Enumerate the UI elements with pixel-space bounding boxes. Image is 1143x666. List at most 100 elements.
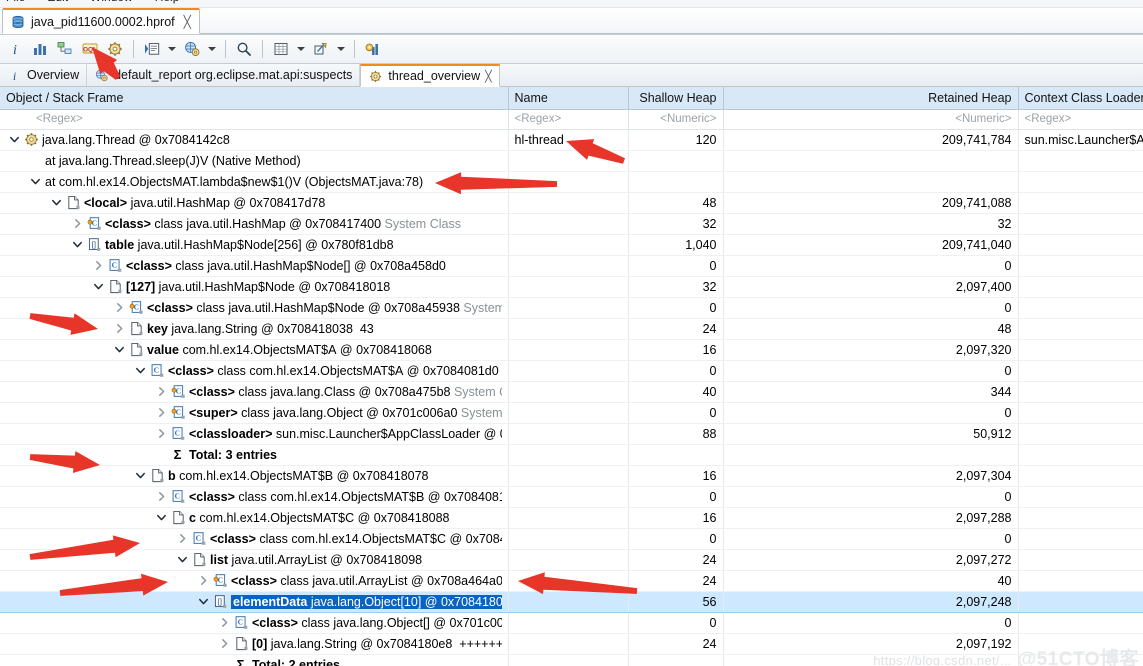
- chevron-down-icon[interactable]: [92, 280, 105, 293]
- filter-retained-heap[interactable]: <Numeric>: [723, 109, 1018, 129]
- table-row[interactable]: ΣTotal: 3 entries: [0, 444, 1143, 465]
- table-row[interactable]: C<class> class java.util.HashMap @ 0x708…: [0, 213, 1143, 234]
- cell-object[interactable]: C<super> class java.lang.Object @ 0x701c…: [0, 402, 508, 423]
- menu-item-window[interactable]: Window: [90, 0, 133, 3]
- cell-object[interactable]: [0] java.lang.String @ 0x7084180e8 +++++…: [0, 633, 508, 654]
- column-header-object[interactable]: Object / Stack Frame: [0, 87, 508, 109]
- table-row[interactable]: at com.hl.ex14.ObjectsMAT.lambda$new$1()…: [0, 171, 1143, 192]
- cell-object[interactable]: []table java.util.HashMap$Node[256] @ 0x…: [0, 234, 508, 255]
- leak-suspects-dropdown[interactable]: [205, 37, 219, 61]
- editor-tab-heap-dump[interactable]: java_pid11600.0002.hprof ╳: [2, 8, 200, 34]
- cell-object[interactable]: at com.hl.ex14.ObjectsMAT.lambda$new$1()…: [0, 171, 508, 192]
- cell-object[interactable]: c com.hl.ex14.ObjectsMAT$C @ 0x708418088: [0, 507, 508, 528]
- cell-object[interactable]: []elementData java.lang.Object[10] @ 0x7…: [0, 591, 508, 612]
- table-row[interactable]: []table java.util.HashMap$Node[256] @ 0x…: [0, 234, 1143, 255]
- overview-info-button[interactable]: i: [3, 37, 27, 61]
- cell-object[interactable]: C<class> class java.lang.Class @ 0x708a4…: [0, 381, 508, 402]
- cell-object[interactable]: C<class> class com.hl.ex14.ObjectsMAT$B …: [0, 486, 508, 507]
- dominator-tree-button[interactable]: [53, 37, 77, 61]
- column-header-retained-heap[interactable]: Retained Heap: [723, 87, 1018, 109]
- chevron-down-icon[interactable]: [155, 511, 168, 524]
- table-row[interactable]: C<class> class java.util.ArrayList @ 0x7…: [0, 570, 1143, 591]
- table-row[interactable]: java.lang.Thread @ 0x7084142c8hl-thread1…: [0, 129, 1143, 150]
- chevron-down-icon[interactable]: [176, 553, 189, 566]
- chevron-right-icon[interactable]: [218, 616, 231, 629]
- table-row[interactable]: C<class> class java.lang.Object[] @ 0x70…: [0, 612, 1143, 633]
- chevron-right-icon[interactable]: [71, 217, 84, 230]
- table-row[interactable]: C<classloader> sun.misc.Launcher$AppClas…: [0, 423, 1143, 444]
- cell-object[interactable]: C<class> class java.lang.Object[] @ 0x70…: [0, 612, 508, 633]
- menu-item-edit[interactable]: Edit: [47, 0, 68, 3]
- chevron-right-icon[interactable]: [92, 259, 105, 272]
- compare-button[interactable]: [361, 37, 385, 61]
- cell-object[interactable]: java.lang.Thread @ 0x7084142c8: [0, 129, 508, 150]
- cell-object[interactable]: C<class> class com.hl.ex14.ObjectsMAT$A …: [0, 360, 508, 381]
- cell-object[interactable]: ΣTotal: 2 entries: [0, 654, 508, 666]
- table-row[interactable]: at java.lang.Thread.sleep(J)V (Native Me…: [0, 150, 1143, 171]
- filter-object[interactable]: <Regex>: [0, 109, 508, 129]
- chevron-right-icon[interactable]: [197, 574, 210, 587]
- cell-object[interactable]: [127] java.util.HashMap$Node @ 0x7084180…: [0, 276, 508, 297]
- column-header-shallow-heap[interactable]: Shallow Heap: [628, 87, 723, 109]
- table-row[interactable]: c com.hl.ex14.ObjectsMAT$C @ 0x708418088…: [0, 507, 1143, 528]
- chevron-down-icon[interactable]: [134, 469, 147, 482]
- table-row[interactable]: [0] java.lang.String @ 0x7084180e8 +++++…: [0, 633, 1143, 654]
- cell-object[interactable]: C<class> class java.util.ArrayList @ 0x7…: [0, 570, 508, 591]
- table-row[interactable]: <local> java.util.HashMap @ 0x708417d784…: [0, 192, 1143, 213]
- chevron-right-icon[interactable]: [155, 406, 168, 419]
- column-header-context-class-loader[interactable]: Context Class Loader: [1018, 87, 1143, 109]
- chevron-down-icon[interactable]: [8, 133, 21, 146]
- table-row[interactable]: b com.hl.ex14.ObjectsMAT$B @ 0x708418078…: [0, 465, 1143, 486]
- open-query-browser-button[interactable]: [140, 37, 164, 61]
- cell-object[interactable]: <local> java.util.HashMap @ 0x708417d78: [0, 192, 508, 213]
- table-row[interactable]: key java.lang.String @ 0x708418038 43244…: [0, 318, 1143, 339]
- cell-object[interactable]: key java.lang.String @ 0x708418038 43: [0, 318, 508, 339]
- chevron-right-icon[interactable]: [155, 490, 168, 503]
- filter-name[interactable]: <Regex>: [508, 109, 628, 129]
- cell-object[interactable]: b com.hl.ex14.ObjectsMAT$B @ 0x708418078: [0, 465, 508, 486]
- export-dropdown[interactable]: [334, 37, 348, 61]
- open-query-browser-dropdown[interactable]: [165, 37, 179, 61]
- leak-suspects-button[interactable]: [180, 37, 204, 61]
- table-row[interactable]: C<class> class com.hl.ex14.ObjectsMAT$A …: [0, 360, 1143, 381]
- table-row[interactable]: C<class> class com.hl.ex14.ObjectsMAT$B …: [0, 486, 1143, 507]
- chevron-right-icon[interactable]: [176, 532, 189, 545]
- chevron-right-icon[interactable]: [113, 301, 126, 314]
- tab-overview[interactable]: i Overview: [0, 64, 87, 86]
- cell-object[interactable]: value com.hl.ex14.ObjectsMAT$A @ 0x70841…: [0, 339, 508, 360]
- chevron-down-icon[interactable]: [71, 238, 84, 251]
- table-row[interactable]: []elementData java.lang.Object[10] @ 0x7…: [0, 591, 1143, 612]
- chevron-down-icon[interactable]: [134, 364, 147, 377]
- chevron-down-icon[interactable]: [29, 175, 42, 188]
- run-expert-system-button[interactable]: [103, 37, 127, 61]
- menu-item-file[interactable]: File: [6, 0, 25, 3]
- chevron-right-icon[interactable]: [155, 427, 168, 440]
- chevron-right-icon[interactable]: [155, 385, 168, 398]
- export-button[interactable]: [309, 37, 333, 61]
- tab-default-report[interactable]: default_report org.eclipse.mat.api:suspe…: [87, 64, 360, 86]
- filter-context-class-loader[interactable]: <Regex>: [1018, 109, 1143, 129]
- chevron-right-icon[interactable]: [218, 637, 231, 650]
- table-row[interactable]: C<super> class java.lang.Object @ 0x701c…: [0, 402, 1143, 423]
- close-icon[interactable]: ╳: [485, 70, 492, 83]
- cell-object[interactable]: C<class> class java.util.HashMap$Node[] …: [0, 255, 508, 276]
- chevron-right-icon[interactable]: [113, 322, 126, 335]
- chevron-down-icon[interactable]: [113, 343, 126, 356]
- table-row[interactable]: C<class> class java.util.HashMap$Node[] …: [0, 255, 1143, 276]
- tab-thread-overview[interactable]: thread_overview ╳: [360, 64, 499, 87]
- table-row[interactable]: [127] java.util.HashMap$Node @ 0x7084180…: [0, 276, 1143, 297]
- cell-object[interactable]: C<class> class java.util.HashMap @ 0x708…: [0, 213, 508, 234]
- close-icon[interactable]: ╳: [184, 15, 191, 29]
- table-row[interactable]: ΣTotal: 2 entries: [0, 654, 1143, 666]
- table-row[interactable]: value com.hl.ex14.ObjectsMAT$A @ 0x70841…: [0, 339, 1143, 360]
- find-button[interactable]: [232, 37, 256, 61]
- cell-object[interactable]: list java.util.ArrayList @ 0x708418098: [0, 549, 508, 570]
- column-header-name[interactable]: Name: [508, 87, 628, 109]
- table-row[interactable]: C<class> class java.util.HashMap$Node @ …: [0, 297, 1143, 318]
- histogram-button[interactable]: [28, 37, 52, 61]
- chevron-down-icon[interactable]: [50, 196, 63, 209]
- cell-object[interactable]: C<class> class com.hl.ex14.ObjectsMAT$C …: [0, 528, 508, 549]
- cell-object[interactable]: ΣTotal: 3 entries: [0, 444, 508, 465]
- filter-shallow-heap[interactable]: <Numeric>: [628, 109, 723, 129]
- calculate-button[interactable]: [269, 37, 293, 61]
